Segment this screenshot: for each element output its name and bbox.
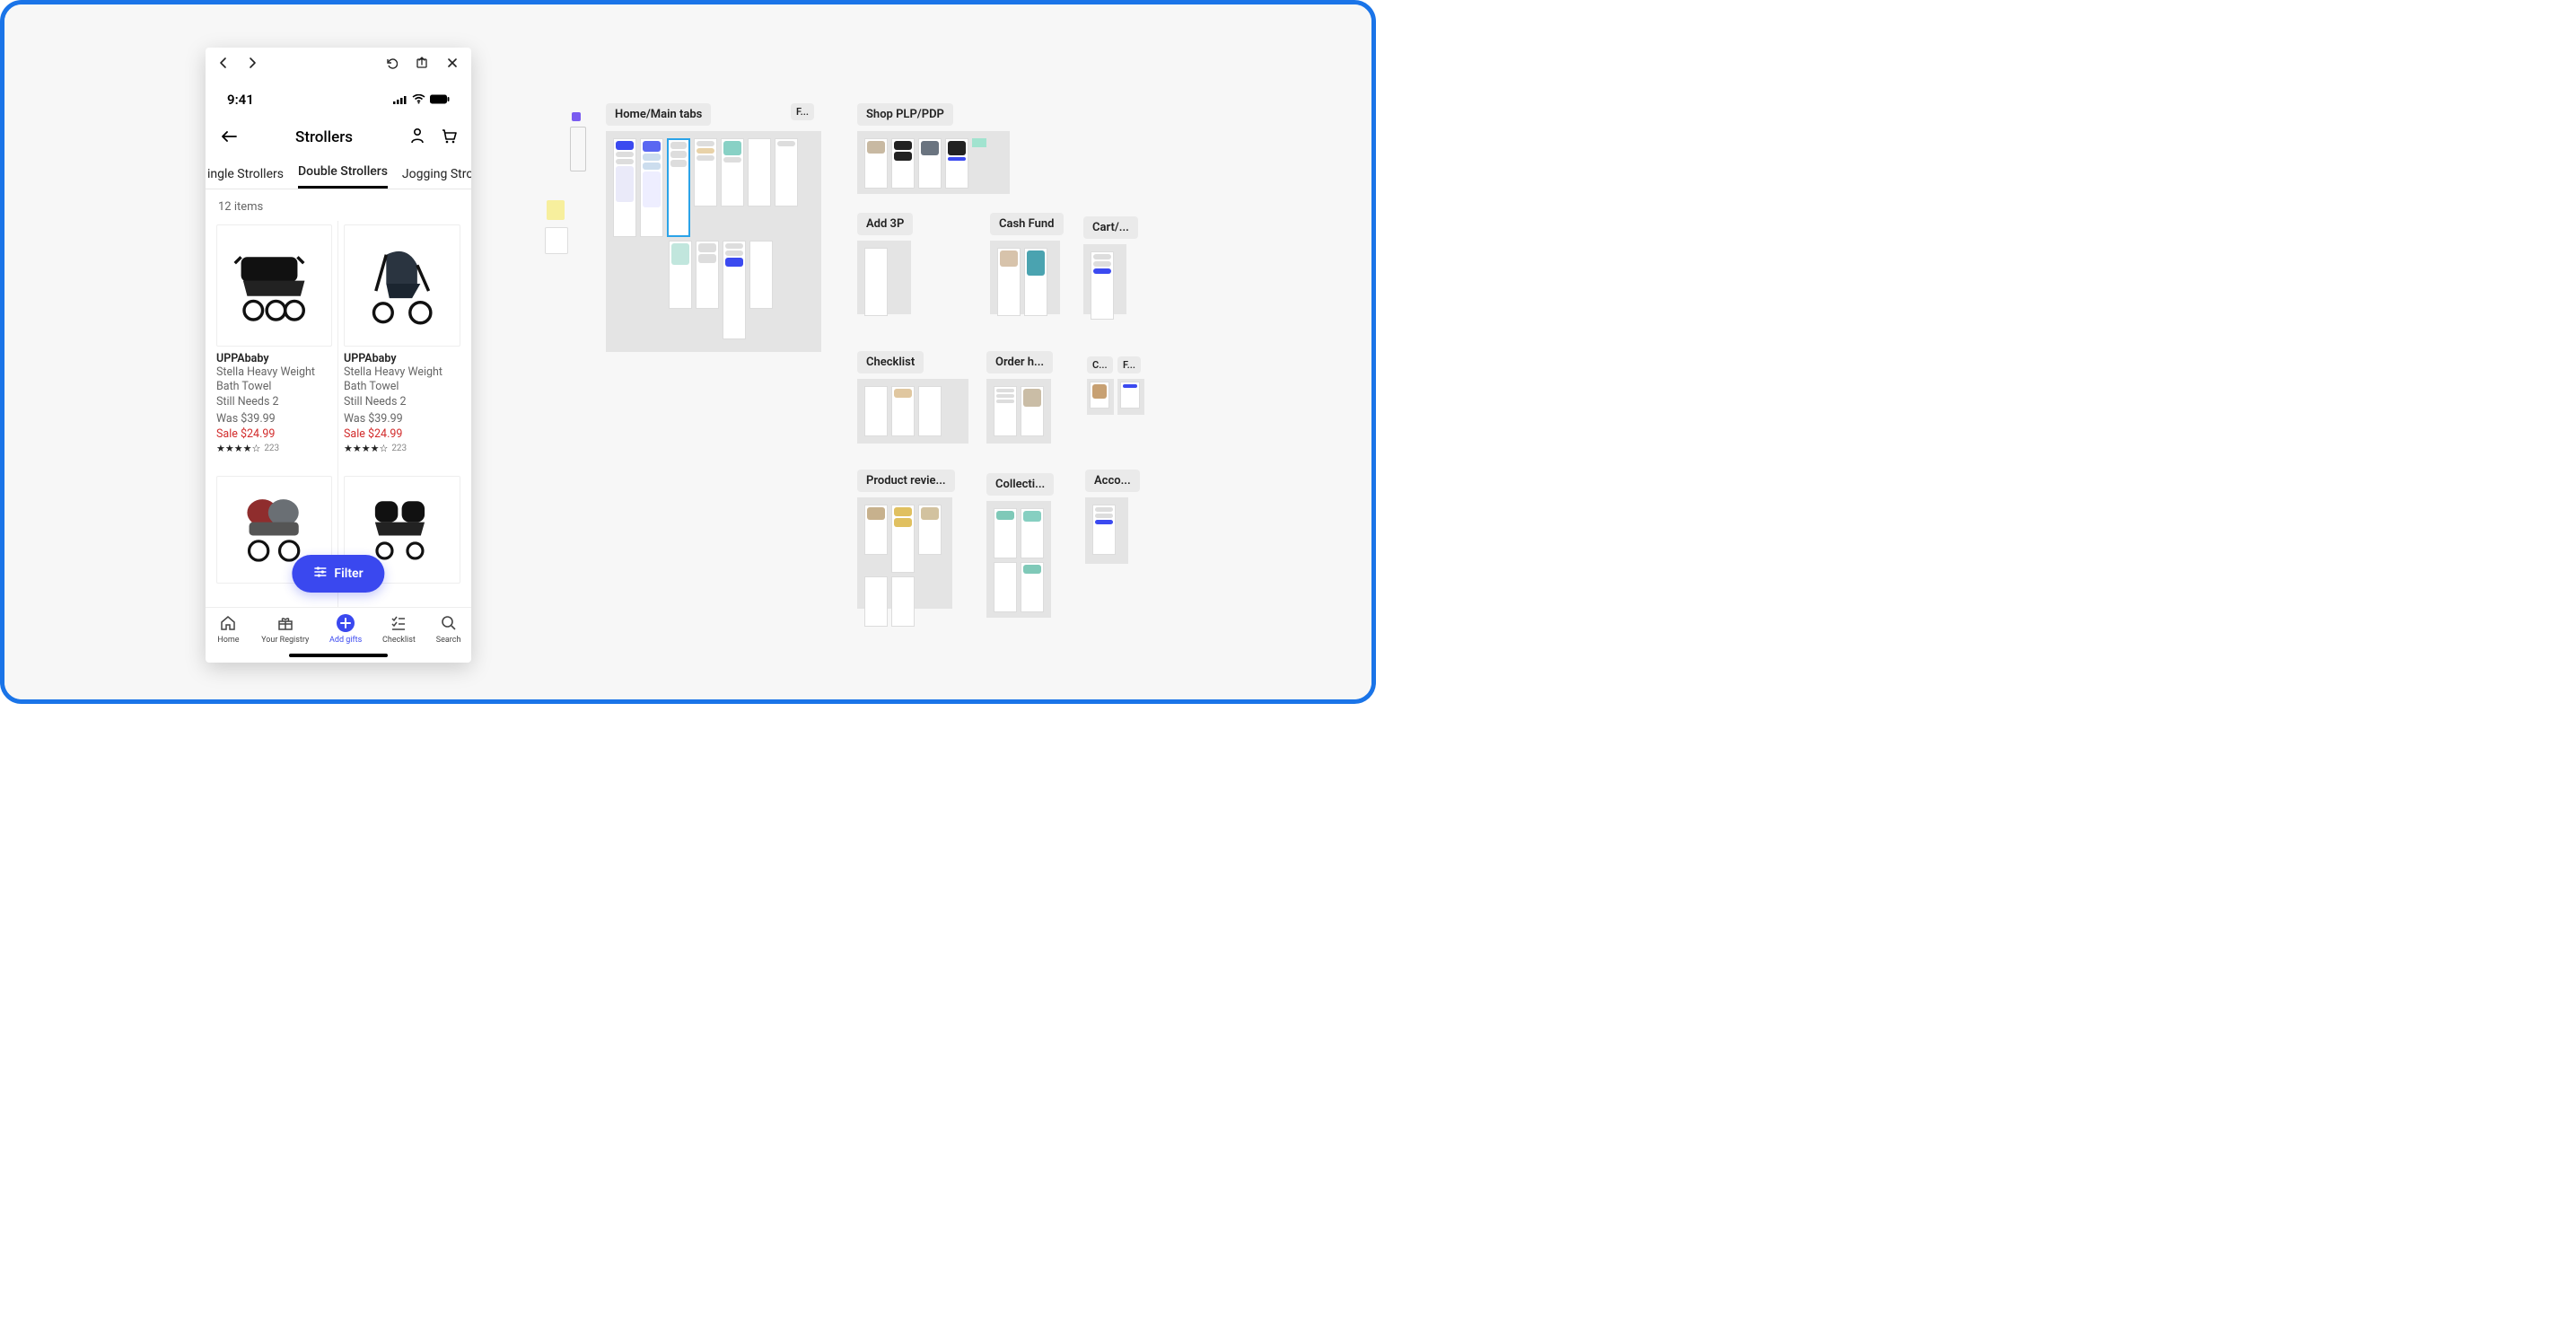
section-label: Checklist bbox=[857, 351, 924, 373]
nav-label: Home bbox=[217, 636, 239, 645]
items-count: 12 items bbox=[206, 189, 471, 221]
section-product-reviews[interactable]: Product revie... bbox=[857, 470, 955, 609]
page-title: Strollers bbox=[238, 128, 410, 146]
component-icon bbox=[572, 112, 581, 121]
section-label: F... bbox=[1117, 356, 1141, 373]
section-shop-plp-pdp[interactable]: Shop PLP/PDP bbox=[857, 103, 1010, 194]
checklist-icon bbox=[386, 613, 411, 633]
product-was-price: Was $39.99 bbox=[344, 412, 460, 426]
section-label: C... bbox=[1087, 356, 1113, 373]
section-checklist[interactable]: Checklist bbox=[857, 351, 968, 444]
product-image bbox=[344, 224, 460, 347]
section-cash-fund[interactable]: Cash Fund bbox=[990, 213, 1064, 314]
section-f-small[interactable]: F... bbox=[1117, 355, 1144, 415]
section-collections[interactable]: Collecti... bbox=[986, 473, 1054, 618]
nav-add-gifts[interactable]: Add gifts bbox=[329, 613, 362, 645]
open-external-icon[interactable] bbox=[416, 56, 428, 73]
back-arrow-icon[interactable] bbox=[220, 129, 238, 146]
filter-button[interactable]: Filter bbox=[292, 555, 384, 593]
status-time: 9:41 bbox=[227, 92, 254, 108]
section-label: Acco... bbox=[1085, 470, 1140, 492]
section-label: Order h... bbox=[986, 351, 1053, 373]
section-c-small[interactable]: C... bbox=[1087, 355, 1114, 415]
section-label: Cash Fund bbox=[990, 213, 1064, 235]
product-was-price: Was $39.99 bbox=[216, 412, 332, 426]
tab-jogging-strollers[interactable]: Jogging Strollers bbox=[402, 167, 471, 189]
filter-label: Filter bbox=[334, 567, 363, 581]
cart-icon[interactable] bbox=[441, 127, 457, 147]
section-label: Collecti... bbox=[986, 473, 1054, 496]
section-label: Add 3P bbox=[857, 213, 913, 235]
design-canvas-frame: 9:41 Strollers bbox=[0, 0, 1376, 704]
product-name: Stella Heavy Weight Bath Towel bbox=[344, 365, 460, 393]
product-sale-price: Sale $24.99 bbox=[344, 427, 460, 441]
section-cart[interactable]: Cart/... bbox=[1083, 216, 1138, 314]
stars-icons: ★★★★☆ bbox=[216, 443, 260, 454]
section-order-history[interactable]: Order h... bbox=[986, 351, 1053, 444]
review-count: 223 bbox=[264, 444, 279, 453]
nav-label: Add gifts bbox=[329, 636, 362, 645]
product-name: Stella Heavy Weight Bath Towel bbox=[216, 365, 332, 393]
section-f-small-top[interactable]: F... bbox=[791, 101, 814, 126]
review-count: 223 bbox=[391, 444, 407, 453]
signal-icon bbox=[393, 92, 407, 108]
product-rating: ★★★★☆ 223 bbox=[344, 443, 460, 454]
section-label: Product revie... bbox=[857, 470, 955, 492]
user-icon[interactable] bbox=[410, 127, 425, 147]
nav-label: Your Registry bbox=[261, 636, 309, 645]
section-label: Cart/... bbox=[1083, 216, 1138, 239]
product-brand: UPPAbaby bbox=[344, 352, 460, 365]
tab-double-strollers[interactable]: Double Strollers bbox=[298, 164, 388, 189]
stars-icons: ★★★★☆ bbox=[344, 443, 388, 454]
category-tabs: ingle Strollers Double Strollers Jogging… bbox=[206, 155, 471, 189]
chevron-right-icon[interactable] bbox=[247, 56, 258, 73]
product-still-needs: Still Needs 2 bbox=[216, 395, 332, 409]
search-icon bbox=[436, 613, 461, 633]
mini-frame bbox=[545, 227, 568, 254]
nav-label: Search bbox=[436, 636, 461, 645]
product-card[interactable]: UPPAbaby Stella Heavy Weight Bath Towel … bbox=[338, 221, 466, 472]
wifi-icon bbox=[412, 92, 425, 108]
section-label: F... bbox=[791, 103, 814, 120]
mini-outline bbox=[570, 127, 586, 171]
nav-label: Checklist bbox=[382, 636, 416, 645]
home-indicator bbox=[289, 654, 388, 657]
plus-circle-icon bbox=[333, 613, 358, 633]
product-grid: UPPAbaby Stella Heavy Weight Bath Towel … bbox=[206, 221, 471, 607]
section-home-main-tabs[interactable]: Home/Main tabs bbox=[606, 103, 821, 352]
close-icon[interactable] bbox=[446, 56, 459, 73]
product-sale-price: Sale $24.99 bbox=[216, 427, 332, 441]
undo-icon[interactable] bbox=[385, 56, 398, 73]
nav-your-registry[interactable]: Your Registry bbox=[261, 613, 309, 645]
product-brand: UPPAbaby bbox=[216, 352, 332, 365]
home-icon bbox=[215, 613, 241, 633]
section-account[interactable]: Acco... bbox=[1085, 470, 1140, 564]
nav-header: Strollers bbox=[206, 119, 471, 155]
canvas[interactable]: 9:41 Strollers bbox=[4, 4, 1371, 699]
section-add-3p[interactable]: Add 3P bbox=[857, 213, 913, 314]
sticky-note bbox=[547, 200, 565, 220]
mobile-mockup: 9:41 Strollers bbox=[206, 48, 471, 663]
section-label: Home/Main tabs bbox=[606, 103, 711, 126]
preview-toolbar bbox=[206, 48, 471, 80]
nav-checklist[interactable]: Checklist bbox=[382, 613, 416, 645]
product-still-needs: Still Needs 2 bbox=[344, 395, 460, 409]
battery-icon bbox=[430, 92, 450, 108]
product-rating: ★★★★☆ 223 bbox=[216, 443, 332, 454]
product-card[interactable]: UPPAbaby Stella Heavy Weight Bath Towel … bbox=[211, 221, 338, 472]
chevron-left-icon[interactable] bbox=[218, 56, 229, 73]
filter-icon bbox=[313, 566, 327, 582]
status-bar: 9:41 bbox=[206, 80, 471, 119]
nav-search[interactable]: Search bbox=[436, 613, 461, 645]
product-image bbox=[216, 224, 332, 347]
gift-icon bbox=[273, 613, 298, 633]
nav-home[interactable]: Home bbox=[215, 613, 241, 645]
section-label: Shop PLP/PDP bbox=[857, 103, 953, 126]
tab-single-strollers[interactable]: ingle Strollers bbox=[207, 167, 284, 189]
